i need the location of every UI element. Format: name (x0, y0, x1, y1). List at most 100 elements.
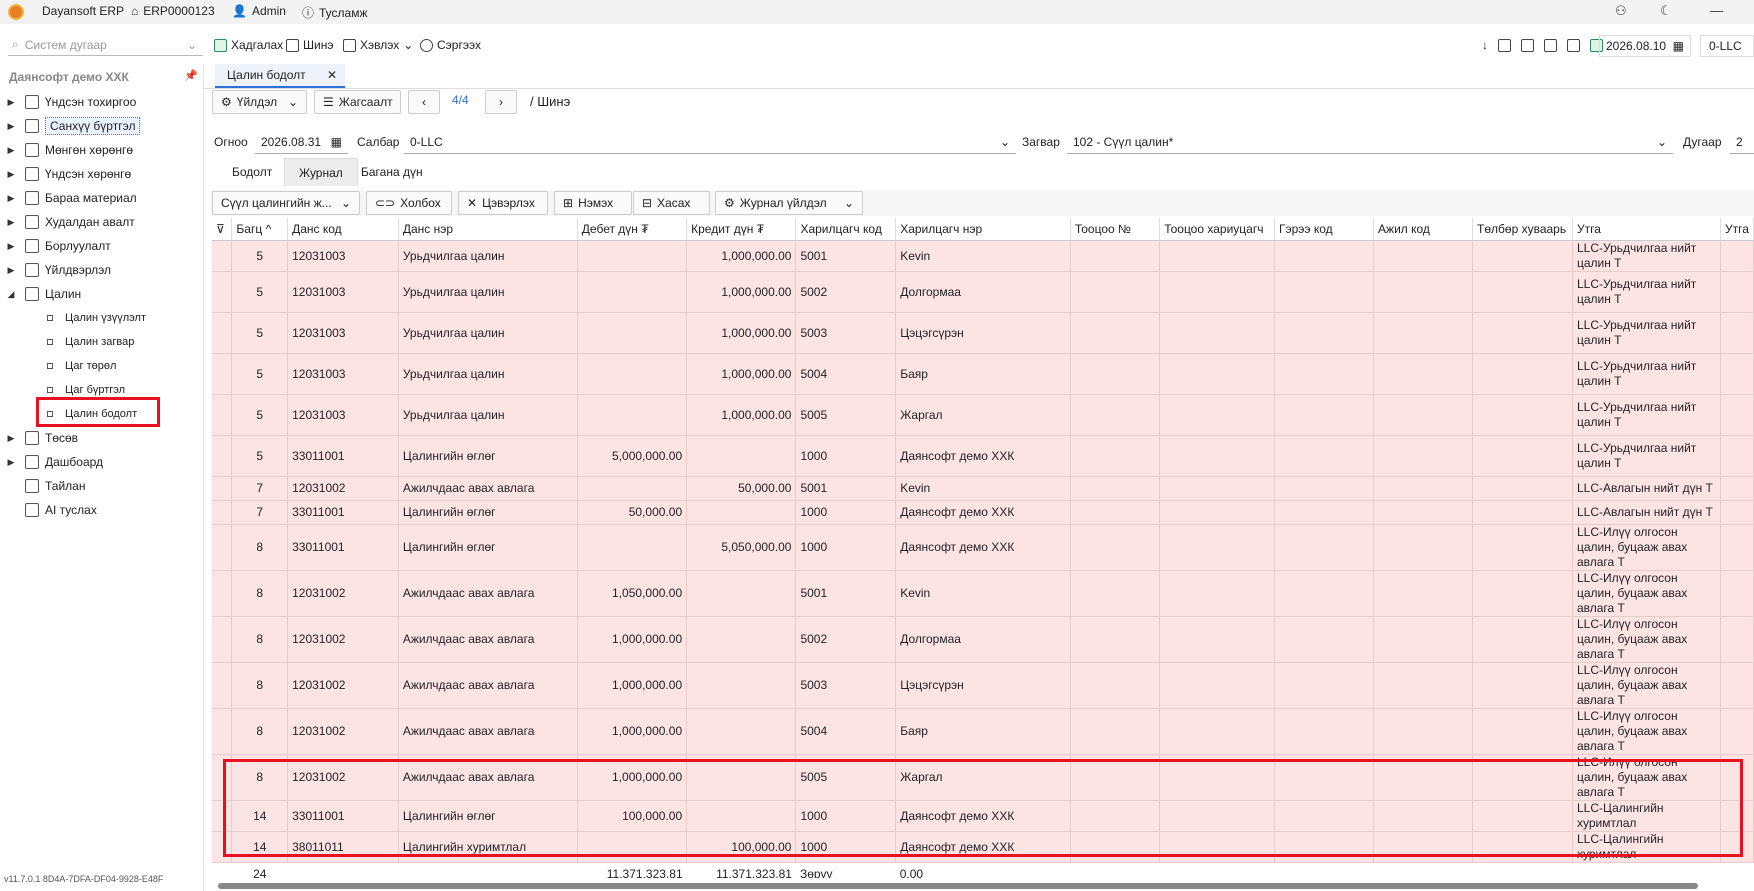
table-cell[interactable]: Ажилчдаас авах авлага (398, 570, 578, 617)
table-row[interactable]: 7 33011001 Цалингийн өглөг 50,000.00 1000 Дая… (212, 500, 1754, 525)
table-cell[interactable] (1720, 616, 1754, 663)
table-cell[interactable]: 12031002 (287, 616, 399, 663)
table-cell[interactable] (1274, 435, 1375, 477)
table-cell[interactable]: 5,050,000.00 (686, 524, 797, 571)
template-select[interactable]: 102 - Сүүл цалин* ⌄ (1067, 130, 1673, 154)
table-cell[interactable] (1274, 570, 1375, 617)
sidebar-subitem-salary-indicator[interactable]: Цалин үзүүлэлт (0, 308, 146, 328)
row-selector[interactable] (212, 394, 233, 436)
export-icon[interactable] (1567, 38, 1580, 52)
table-cell[interactable]: Цалингийн өглөг (398, 500, 578, 525)
table-cell[interactable] (1720, 524, 1754, 571)
table-row[interactable]: 5 12031003 Урьдчилгаа цалин 1,000,000.00 500… (212, 353, 1754, 395)
table-cell[interactable]: 7 (231, 500, 289, 525)
column-header[interactable]: Утга (1720, 218, 1754, 241)
table-cell[interactable] (1373, 271, 1474, 313)
table-cell[interactable]: Цалингийн өглөг (398, 524, 578, 571)
table-row[interactable]: 5 12031003 Урьдчилгаа цалин 1,000,000.00 500… (212, 312, 1754, 354)
table-cell[interactable]: 5 (231, 435, 289, 477)
table-cell[interactable]: 8 (231, 708, 289, 755)
tab-calculation[interactable]: Бодолт (218, 158, 286, 186)
table-cell[interactable] (1373, 662, 1474, 709)
table-cell[interactable] (1159, 662, 1276, 709)
table-cell[interactable]: LLC-Урьдчилгаа нийт цалин Т (1572, 394, 1722, 436)
table-cell[interactable] (1373, 708, 1474, 755)
table-cell[interactable] (1472, 524, 1573, 571)
table-cell[interactable]: 5005 (795, 394, 897, 436)
sidebar-item-fixed-assets[interactable]: ▶ Үндсэн хөрөнгө (0, 164, 131, 184)
table-cell[interactable]: 5002 (795, 271, 897, 313)
table-cell[interactable] (1472, 353, 1573, 395)
table-cell[interactable]: Урьдчилгаа цалин (398, 394, 578, 436)
table-cell[interactable]: LLC-Урьдчилгаа нийт цалин Т (1572, 312, 1722, 354)
table-cell[interactable] (1070, 240, 1161, 272)
table-cell[interactable]: 12031002 (287, 662, 399, 709)
table-cell[interactable]: 5,000,000.00 (577, 435, 688, 477)
sidebar-subitem-salary-template[interactable]: Цалин загвар (0, 332, 134, 352)
column-header[interactable]: Данс код (287, 218, 399, 241)
table-row[interactable]: 8 33011001 Цалингийн өглөг 5,050,000.00 1000… (212, 524, 1754, 571)
column-header[interactable]: Гэрээ код (1274, 218, 1375, 241)
sidebar-item-inventory[interactable]: ▶ Бараа материал (0, 188, 137, 208)
table-cell[interactable] (1159, 271, 1276, 313)
number-field[interactable]: 2 (1730, 130, 1754, 154)
table-cell[interactable] (1720, 570, 1754, 617)
row-selector[interactable] (212, 312, 233, 354)
expand-arrow-icon[interactable]: ▶ (5, 169, 17, 180)
table-cell[interactable] (686, 435, 797, 477)
table-row[interactable]: 5 12031003 Урьдчилгаа цалин 1,000,000.00 500… (212, 394, 1754, 436)
table-cell[interactable] (1373, 616, 1474, 663)
table-cell[interactable]: LLC-Урьдчилгаа нийт цалин Т (1572, 353, 1722, 395)
table-cell[interactable]: Цэцэгсүрэн (895, 662, 1071, 709)
table-row[interactable]: 8 12031002 Ажилчдаас авах авлага 1,050,000.… (212, 570, 1754, 617)
table-cell[interactable] (1274, 240, 1375, 272)
table-cell[interactable] (577, 524, 688, 571)
next-button[interactable]: › (485, 90, 517, 114)
table-row[interactable]: 8 12031002 Ажилчдаас авах авлага 1,000,000.… (212, 616, 1754, 663)
table-cell[interactable] (1159, 394, 1276, 436)
table-cell[interactable]: 8 (231, 570, 289, 617)
table-cell[interactable] (1472, 240, 1573, 272)
list-button[interactable]: ☰ Жагсаалт (314, 90, 401, 114)
table-cell[interactable]: LLC-Авлагын нийт дүн Т (1572, 476, 1722, 501)
table-cell[interactable]: 5002 (795, 616, 897, 663)
branch-select[interactable]: 0-LLC ⌄ (404, 130, 1016, 154)
table-cell[interactable] (1070, 476, 1161, 501)
journal-type-select[interactable]: Сүүл цалингийн ж... ⌄ (212, 191, 360, 215)
table-cell[interactable] (1720, 435, 1754, 477)
row-selector[interactable] (212, 708, 233, 755)
table-cell[interactable] (1373, 500, 1474, 525)
table-cell[interactable] (1720, 353, 1754, 395)
date-field[interactable]: 2026.08.31 ▦ (255, 130, 348, 154)
column-header[interactable]: Утга (1572, 218, 1722, 241)
table-cell[interactable] (1373, 240, 1474, 272)
table-cell[interactable] (1274, 394, 1375, 436)
table-cell[interactable]: 5003 (795, 312, 897, 354)
table-cell[interactable] (1720, 240, 1754, 272)
print-button[interactable]: Хэвлэх ⌄ (343, 38, 413, 52)
table-cell[interactable]: LLC-Урьдчилгаа нийт цалин Т (1572, 271, 1722, 313)
table-cell[interactable] (686, 708, 797, 755)
table-cell[interactable]: 5001 (795, 240, 897, 272)
download-icon[interactable]: ↓ (1482, 38, 1488, 52)
table-cell[interactable] (1159, 240, 1276, 272)
remove-row-button[interactable]: ⊟ Хасах (633, 191, 710, 215)
table-cell[interactable]: Ажилчдаас авах авлага (398, 662, 578, 709)
table-cell[interactable]: Kevin (895, 476, 1071, 501)
table-cell[interactable] (1720, 662, 1754, 709)
table-cell[interactable] (1159, 476, 1276, 501)
table-cell[interactable] (686, 570, 797, 617)
table-cell[interactable] (686, 500, 797, 525)
row-selector[interactable] (212, 240, 233, 272)
table-cell[interactable]: Даянсофт демо ХХК (895, 500, 1071, 525)
row-selector[interactable] (212, 271, 233, 313)
table-cell[interactable]: 33011001 (287, 524, 399, 571)
table-cell[interactable]: 8 (231, 524, 289, 571)
table-cell[interactable] (1159, 708, 1276, 755)
table-cell[interactable] (1159, 312, 1276, 354)
table-row[interactable]: 5 33011001 Цалингийн өглөг 5,000,000.00 1000… (212, 435, 1754, 477)
copy-icon[interactable] (1498, 38, 1511, 52)
table-cell[interactable] (1159, 500, 1276, 525)
table-cell[interactable]: 5 (231, 394, 289, 436)
column-header[interactable]: Төлбөр хуваарь (1472, 218, 1573, 241)
